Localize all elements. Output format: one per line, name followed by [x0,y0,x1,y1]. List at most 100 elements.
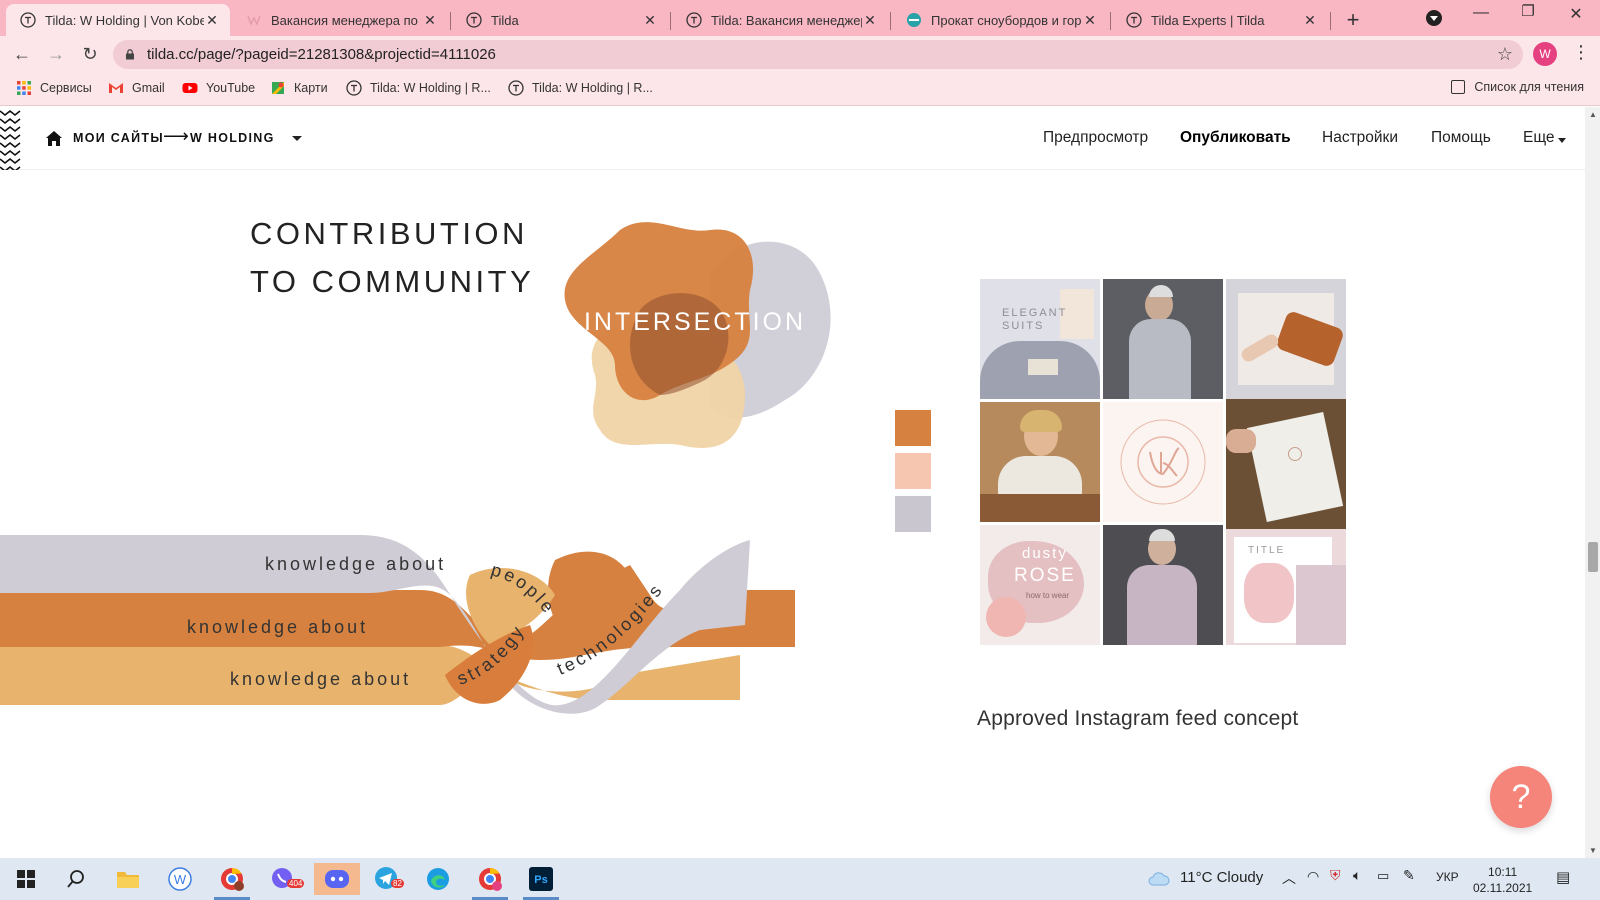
home-icon[interactable] [46,131,62,146]
scroll-up-arrow-icon[interactable]: ▲ [1589,110,1597,119]
address-bar[interactable]: tilda.cc/page/?pageid=21281308&projectid… [113,40,1523,69]
help-link[interactable]: Помощь [1431,129,1491,147]
browser-menu-icon[interactable]: ⋮ [1572,42,1590,63]
tab-search-icon[interactable] [1426,10,1442,26]
bookmark-gmail[interactable]: Gmail [108,80,165,96]
close-tab-icon[interactable]: ✕ [862,12,878,29]
close-tab-icon[interactable]: ✕ [1082,12,1098,29]
tilda-logo-zigzag[interactable] [0,107,22,170]
telegram-icon[interactable]: 82 [367,863,407,895]
chrome-profile-m-icon[interactable] [212,863,252,895]
pen-icon[interactable]: ✎ [1403,867,1415,884]
tray-chevron-up-icon[interactable]: ︿ [1282,868,1296,888]
reading-list-icon [1451,80,1466,94]
volume-icon[interactable]: 🔈︎ [1353,867,1361,884]
more-menu-link[interactable]: Еще [1523,129,1555,147]
tab-vacancy[interactable]: Вакансия менеджера по п ✕ [232,4,448,36]
bookmark-star-icon[interactable]: ☆ [1497,44,1513,65]
tab-title: Прокат сноубордов и горн [931,12,1082,28]
back-arrow-icon[interactable]: ← [10,42,34,66]
new-tab-plus-icon[interactable]: + [1342,7,1364,33]
tilda-favicon-icon [346,80,362,96]
photoshop-icon[interactable]: Ps [521,863,561,895]
tab-tilda[interactable]: Tilda ✕ [452,4,668,36]
tab-tilda-vacancy[interactable]: Tilda: Вакансия менеджера ✕ [672,4,888,36]
weather-text[interactable]: 11°C Cloudy [1180,869,1263,886]
tab-tilda-w-holding[interactable]: Tilda: W Holding | Von Kobe ✕ [6,4,230,36]
search-icon[interactable] [56,863,96,895]
edge-icon[interactable] [418,863,458,895]
scroll-down-arrow-icon[interactable]: ▼ [1589,846,1597,855]
scrollbar-thumb[interactable] [1588,542,1598,572]
file-explorer-icon[interactable] [108,863,148,895]
insta-tile-title-flowers: TITLE [1226,529,1346,645]
insta-tile-card [1226,399,1346,529]
battery-icon[interactable]: ▭ [1377,868,1389,884]
breadcrumb-project[interactable]: W HOLDING [190,131,275,145]
tilda-favicon-icon [1126,12,1142,28]
more-caret-icon[interactable] [1558,138,1566,147]
tab-snowboard[interactable]: Прокат сноубордов и горн ✕ [892,4,1108,36]
close-tab-icon[interactable]: ✕ [422,12,438,29]
notifications-icon[interactable]: ▤ [1556,868,1570,886]
windows-start-icon[interactable] [6,863,46,895]
bookmark-tilda-2[interactable]: Tilda: W Holding | R... [508,80,653,96]
insta-text-dusty: dusty [1022,545,1068,562]
chrome-profile-w-icon[interactable] [470,863,510,895]
system-clock[interactable]: 10:11 02.11.2021 [1473,864,1532,896]
bookmark-services[interactable]: Сервисы [16,80,92,96]
help-button[interactable]: ? [1490,766,1552,828]
swatch-orange [895,410,931,446]
tilda-favicon-icon [20,12,36,28]
insta-tile-woman-cafe [980,402,1100,522]
url-text: tilda.cc/page/?pageid=21281308&projectid… [147,46,496,63]
insta-tile-vk-logo [1103,402,1223,522]
reading-list-button[interactable]: Список для чтения [1451,80,1584,94]
wifi-icon[interactable]: ◠ [1307,868,1319,885]
bookmark-tilda-1[interactable]: Tilda: W Holding | R... [346,80,491,96]
tab-title: Tilda Experts | Tilda [1151,12,1265,28]
windows-taskbar: W 404 82 Ps 11°C Cloudy ︿ ◠ ⛨ 🔈︎ ▭ ✎ УКР… [0,858,1600,900]
section-title: CONTRIBUTION TO COMMUNITY [250,210,534,306]
breadcrumb-my-sites[interactable]: МОИ САЙТЫ [73,131,164,145]
insta-text-elegant: ELEGANT [1002,307,1068,319]
bookmark-label: Tilda: W Holding | R... [532,81,653,95]
cloud-weather-icon[interactable] [1148,870,1170,886]
section-title-line2: TO COMMUNITY [250,264,535,299]
project-dropdown-caret-icon[interactable] [292,136,302,146]
bookmark-label: Gmail [132,81,165,95]
instagram-caption: Approved Instagram feed concept [977,707,1299,730]
preview-link[interactable]: Предпросмотр [1043,129,1148,147]
minimize-icon[interactable]: — [1466,4,1496,22]
braid-label-row3: knowledge about [230,669,411,689]
lock-icon [126,49,134,60]
word-app-icon[interactable]: W [160,863,200,895]
forward-arrow-icon[interactable]: → [44,42,68,66]
viber-icon[interactable]: 404 [263,863,305,895]
publish-link[interactable]: Опубликовать [1180,129,1291,147]
restore-icon[interactable]: ❐ [1513,2,1543,20]
close-tab-icon[interactable]: ✕ [204,12,220,29]
bookmark-label: Сервисы [40,81,92,95]
discord-icon[interactable] [314,863,360,895]
bookmark-maps[interactable]: Карти [270,80,328,96]
language-indicator[interactable]: УКР [1436,870,1459,884]
tab-separator [890,12,891,30]
bookmark-youtube[interactable]: YouTube [182,80,255,96]
tab-tilda-experts[interactable]: Tilda Experts | Tilda ✕ [1112,4,1328,36]
tab-separator [450,12,451,30]
browser-toolbar: ← → ↻ tilda.cc/page/?pageid=21281308&pro… [0,36,1600,73]
close-tab-icon[interactable]: ✕ [1302,12,1318,29]
viber-badge: 404 [287,879,305,888]
page-scrollbar[interactable] [1585,107,1600,858]
close-window-icon[interactable]: ✕ [1561,4,1591,24]
reload-icon[interactable]: ↻ [78,42,102,66]
insta-text-title: TITLE [1248,545,1286,556]
tilda-favicon-icon [686,12,702,28]
settings-link[interactable]: Настройки [1322,129,1398,147]
braid-label-row1: knowledge about [265,554,446,574]
braid-label-row2: knowledge about [187,617,368,637]
close-tab-icon[interactable]: ✕ [642,12,658,29]
security-shield-icon[interactable]: ⛨ [1330,867,1341,884]
profile-avatar[interactable]: W [1533,42,1557,66]
